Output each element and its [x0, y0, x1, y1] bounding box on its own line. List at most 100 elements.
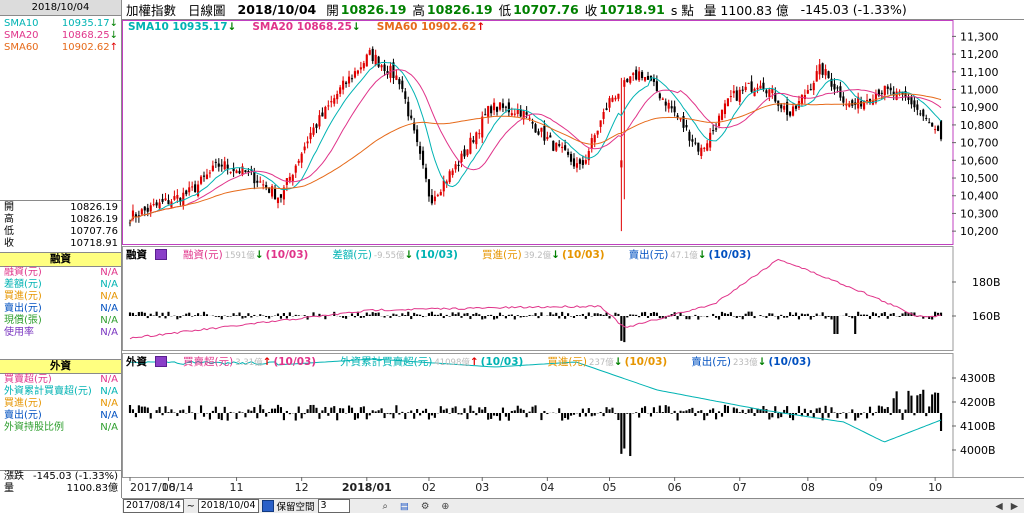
search-icon[interactable]: ⌕: [383, 501, 388, 512]
margin-bar: [587, 312, 590, 316]
scroll-right-icon[interactable]: ▶: [1011, 501, 1018, 512]
margin-bar: [525, 316, 528, 317]
foreign-bar: [495, 413, 499, 417]
candle-body: [723, 103, 727, 115]
foreign-bar: [487, 413, 490, 420]
candle-body: [350, 78, 354, 80]
foreign-row-label: 賣出(元): [4, 410, 42, 421]
foreign-bar: [466, 413, 469, 420]
margin-bar: [128, 312, 132, 316]
margin-y-tick-label: 180B: [972, 276, 1001, 289]
foreign-bar: [179, 410, 182, 413]
foreign-y-tick-label: 4100B: [960, 420, 996, 433]
candle-body: [454, 164, 457, 170]
foreign-bar: [744, 413, 747, 414]
margin-bar: [584, 316, 587, 319]
margin-bar: [167, 311, 170, 316]
legend-text: 融資: [126, 249, 147, 261]
foreign-bar: [649, 413, 653, 417]
volume-value: 1100.83億: [66, 483, 118, 494]
margin-bar: [593, 313, 596, 316]
candle-body: [555, 142, 558, 151]
margin-bar: [753, 316, 756, 319]
foreign-bar: [827, 413, 830, 418]
candle-body: [546, 136, 549, 140]
candle-body: [815, 71, 818, 82]
foreign-bar: [898, 409, 901, 413]
foreign-bar: [362, 406, 365, 413]
foreign-row-value: N/A: [100, 422, 118, 433]
candle-body: [567, 151, 570, 155]
margin-bar: [750, 311, 753, 316]
margin-bar: [416, 314, 419, 316]
candle-body: [365, 54, 368, 67]
range-end-field[interactable]: 2018/10/04: [197, 499, 259, 513]
foreign-bar: [170, 409, 173, 413]
foreign-bar: [202, 413, 206, 417]
date-range-bar: 2017/08/14 ~ 2018/10/04 保留空間 3 ⌕ ▤ ⚙ ⊕ ◀…: [122, 498, 1024, 513]
settings-icon[interactable]: ⚙: [421, 501, 430, 512]
margin-bar: [421, 316, 425, 318]
foreign-section-title: 外資: [0, 359, 121, 374]
margin-bar: [131, 312, 135, 316]
foreign-row-label: 外資累計買賣超(元): [4, 386, 92, 397]
foreign-bar: [934, 392, 937, 413]
candle-body: [783, 106, 786, 110]
candle-body: [617, 93, 620, 99]
margin-bar: [564, 316, 567, 319]
foreign-bar: [735, 408, 738, 413]
foreign-bar: [271, 408, 274, 413]
sma-row: SMA20 10868.25↓: [0, 30, 121, 42]
legend-text: (10/03): [480, 355, 524, 368]
y-tick-label: 10,900: [960, 101, 999, 114]
candle-body: [312, 127, 315, 135]
range-start-field[interactable]: 2017/08/14: [123, 499, 184, 513]
candle-body: [543, 125, 546, 141]
candle-body: [371, 48, 374, 62]
foreign-bar: [285, 410, 288, 413]
margin-bar: [567, 313, 570, 316]
scroll-left-icon[interactable]: ◀: [995, 501, 1002, 512]
foreign-bar: [330, 407, 333, 413]
margin-bar: [889, 313, 892, 316]
candle-body: [469, 137, 472, 154]
margin-bar: [398, 316, 401, 317]
list-icon[interactable]: [155, 249, 167, 260]
candle-body: [800, 95, 803, 105]
foreign-bar: [445, 408, 448, 413]
margin-bar: [191, 316, 194, 317]
margin-bar: [448, 316, 451, 317]
legend-text: ↓: [613, 355, 623, 368]
margin-bar: [457, 312, 460, 316]
ohlc-values: 開 10826.19 高 10826.19 低 10707.76 收 10718.91: [0, 200, 121, 250]
legend-text: 買進(元): [481, 249, 522, 261]
margin-bar: [389, 316, 392, 318]
foreign-bar: [220, 413, 223, 421]
candle-body: [347, 76, 351, 84]
x-tick-label: 06: [668, 481, 682, 494]
sma-row-label: SMA60: [4, 42, 39, 53]
foreign-bar: [564, 413, 567, 419]
margin-bar: [685, 316, 688, 320]
keep-space-input[interactable]: 3: [317, 499, 350, 513]
margin-bar: [768, 313, 771, 316]
candle-body: [646, 75, 650, 80]
margin-bar: [501, 315, 505, 316]
margin-bar: [149, 313, 152, 316]
margin-bar: [783, 316, 786, 318]
margin-bar: [324, 316, 327, 320]
foreign-bar: [599, 411, 602, 413]
candle-body: [706, 143, 709, 151]
list-icon[interactable]: [155, 356, 167, 367]
margin-bar: [179, 316, 182, 318]
candle-body: [635, 69, 638, 80]
chart-icon[interactable]: ▤: [400, 501, 409, 512]
candle-body: [700, 147, 703, 157]
candle-body: [827, 71, 830, 79]
foreign-bar: [676, 413, 679, 421]
candle-body: [205, 174, 209, 180]
zoom-icon[interactable]: ⊕: [441, 501, 449, 512]
candle-body: [315, 124, 318, 128]
chart-type-icon[interactable]: [261, 500, 274, 512]
margin-bar: [904, 312, 907, 316]
